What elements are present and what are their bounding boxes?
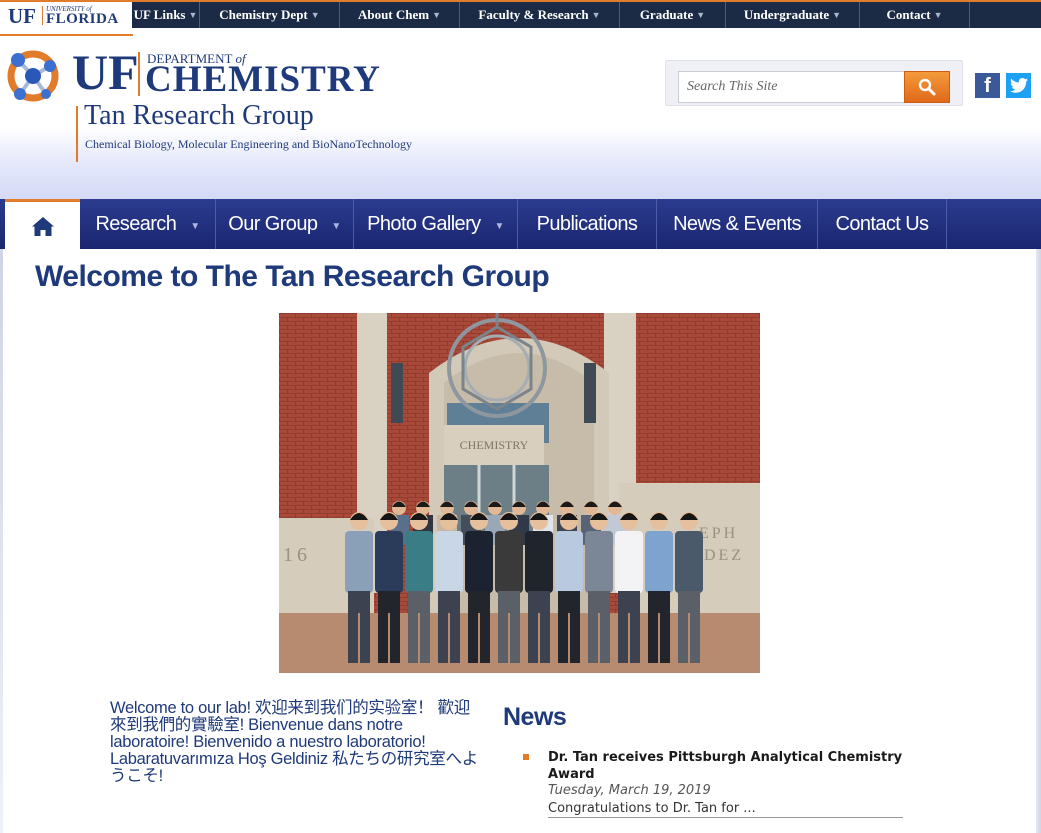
group-subtitle: Chemical Biology, Molecular Engineering … <box>85 137 412 151</box>
nav-item-publications[interactable]: Publications <box>518 199 657 249</box>
toplink-uf-links[interactable]: UF Links ▼ <box>132 2 200 28</box>
chevron-down-icon: ▼ <box>494 220 505 232</box>
chevron-down-icon: ▼ <box>190 220 200 232</box>
twitter-icon[interactable] <box>1006 73 1031 98</box>
toplink-label: About Chem <box>357 7 430 22</box>
toplink-chemistry-dept[interactable]: Chemistry Dept ▼ <box>200 2 340 28</box>
chevron-down-icon: ▼ <box>331 220 341 232</box>
photo-building-number: 16 <box>283 544 311 566</box>
photo-engraving-line1: EPH <box>699 525 738 542</box>
nav-item-label: Photo Gallery <box>367 212 481 235</box>
nav-item-our-group[interactable]: Our Group ▼ <box>216 199 354 249</box>
search-icon <box>918 78 936 96</box>
toplink-label: Faculty & Research <box>478 7 589 22</box>
uf-logo-divider <box>42 6 43 25</box>
molecule-logo-icon[interactable] <box>6 46 60 104</box>
toplink-contact[interactable]: Contact ▼ <box>860 2 970 28</box>
chevron-down-icon: ▼ <box>696 10 706 20</box>
toplink-faculty-research[interactable]: Faculty & Research ▼ <box>460 2 620 28</box>
chevron-down-icon: ▼ <box>832 10 842 20</box>
toplink-label: Contact <box>886 7 931 22</box>
nav-item-label: News & Events <box>673 212 801 235</box>
nav-home[interactable] <box>5 199 80 249</box>
content-right-border <box>1036 249 1041 833</box>
site-header: UF DEPARTMENT of CHEMISTRY Tan Research … <box>0 28 1041 199</box>
facebook-icon[interactable]: f <box>975 73 1000 98</box>
chevron-down-icon: ▼ <box>933 10 943 20</box>
photo-building-sign: CHEMISTRY <box>460 438 529 452</box>
nav-item-contact-us[interactable]: Contact Us <box>818 199 947 249</box>
content-left-border <box>0 249 3 833</box>
nav-item-label: Contact Us <box>835 212 930 235</box>
search-box <box>665 60 963 106</box>
wordmark-divider <box>138 52 140 96</box>
toplink-label: Undergraduate <box>743 7 830 22</box>
chevron-down-icon: ▼ <box>188 10 198 20</box>
group-photo: CHEMISTRY 16 EPH DEZ <box>279 313 760 673</box>
group-title[interactable]: Tan Research Group <box>84 100 314 132</box>
news-heading: News <box>503 703 567 731</box>
toplink-label: Graduate <box>639 7 694 22</box>
news-snippet[interactable]: Congratulations to Dr. Tan for ... <box>548 801 903 818</box>
toplink-about-chem[interactable]: About Chem ▼ <box>340 2 460 28</box>
nav-items: Research ▼ Our Group ▼ Photo Gallery ▼ Publ… <box>80 199 947 249</box>
chevron-down-icon: ▼ <box>310 10 320 20</box>
home-icon <box>31 216 54 236</box>
photo-engraving-line2: DEZ <box>704 547 744 564</box>
news-headline-link[interactable]: Dr. Tan receives Pittsburgh Analytical C… <box>548 749 903 783</box>
nav-item-label: Publications <box>536 212 638 235</box>
toplink-graduate[interactable]: Graduate ▼ <box>620 2 726 28</box>
uf-logo-florida: FLORIDA <box>46 11 119 27</box>
bullet-icon <box>523 754 529 760</box>
welcome-message: Welcome to our lab! 欢迎来到我们的实验室！ 歡迎來到我們的實… <box>110 699 478 785</box>
news-date: Tuesday, March 19, 2019 <box>548 783 711 798</box>
toplink-label: Chemistry Dept <box>219 7 308 22</box>
top-links: UF Links ▼ Chemistry Dept ▼ About Chem ▼ Fa… <box>132 2 970 28</box>
group-title-divider <box>76 106 78 162</box>
page-title: Welcome to The Tan Research Group <box>35 260 550 293</box>
top-bar: UF UNIVERSITY of FLORIDA UF Links ▼ Chemi… <box>0 0 1041 28</box>
toplink-label: UF Links <box>133 7 186 22</box>
toplink-undergraduate[interactable]: Undergraduate ▼ <box>726 2 860 28</box>
nav-item-label: Research <box>95 212 177 235</box>
header-accent-line <box>0 34 133 36</box>
main-nav: Research ▼ Our Group ▼ Photo Gallery ▼ Publ… <box>0 199 1041 249</box>
chevron-down-icon: ▼ <box>432 10 442 20</box>
wordmark-uf: UF <box>72 44 139 100</box>
uf-logo[interactable]: UF UNIVERSITY of FLORIDA <box>0 2 132 28</box>
wordmark-chemistry: CHEMISTRY <box>145 59 381 100</box>
search-button[interactable] <box>904 71 950 103</box>
nav-item-photo-gallery[interactable]: Photo Gallery ▼ <box>354 199 518 249</box>
chevron-down-icon: ▼ <box>591 10 601 20</box>
nav-item-label: Our Group <box>228 212 318 235</box>
uf-logo-letters: UF <box>8 4 36 28</box>
search-input[interactable] <box>678 71 905 103</box>
nav-item-news-events[interactable]: News & Events <box>657 199 818 249</box>
nav-item-research[interactable]: Research ▼ <box>80 199 216 249</box>
